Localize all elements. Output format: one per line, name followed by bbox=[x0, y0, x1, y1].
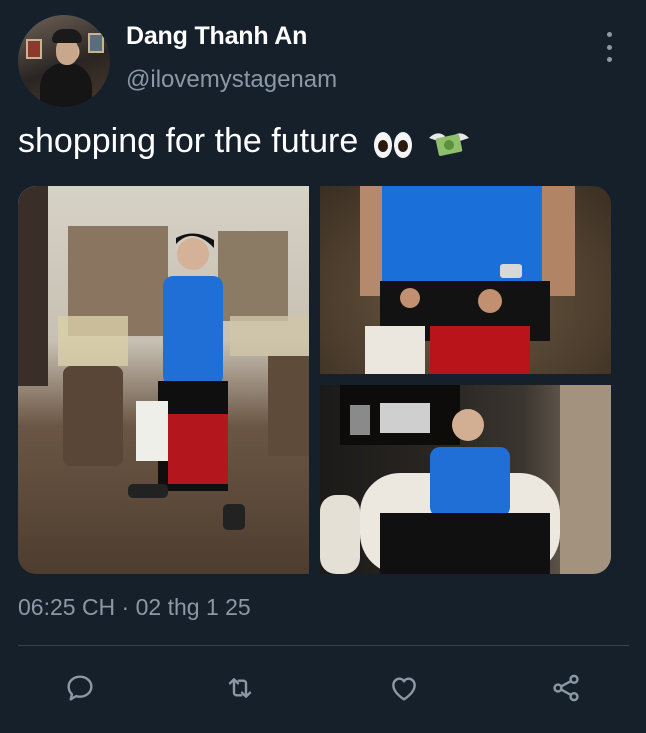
author-name[interactable]: Dang Thanh An bbox=[126, 22, 307, 51]
avatar-hair bbox=[52, 29, 82, 43]
divider bbox=[18, 645, 629, 646]
like-button[interactable] bbox=[386, 670, 422, 706]
avatar-bg-frame bbox=[26, 39, 42, 59]
share-button[interactable] bbox=[548, 670, 584, 706]
author-handle[interactable]: @ilovemystagenam bbox=[126, 66, 337, 94]
tweet-timestamp[interactable]: 06:25 CH · 02 thg 1 25 bbox=[18, 594, 251, 621]
tweet-text-content: shopping for the future bbox=[18, 122, 359, 160]
avatar-bg-frame bbox=[88, 33, 104, 53]
tweet-text: shopping for the future bbox=[18, 122, 471, 163]
avatar[interactable] bbox=[18, 15, 110, 107]
like-icon bbox=[392, 677, 416, 701]
money-with-wings-emoji-icon bbox=[427, 128, 471, 158]
reply-button[interactable] bbox=[62, 670, 98, 706]
media-photo-armchair[interactable] bbox=[320, 385, 611, 574]
retweet-button[interactable] bbox=[222, 670, 258, 706]
media-grid bbox=[18, 186, 611, 574]
eyes-emoji-icon bbox=[373, 124, 414, 163]
avatar-figure bbox=[40, 63, 92, 107]
retweet-icon bbox=[228, 678, 252, 698]
share-icon bbox=[553, 674, 579, 702]
reply-icon bbox=[67, 675, 93, 701]
more-options-icon[interactable] bbox=[598, 32, 620, 62]
media-photo-store[interactable] bbox=[18, 186, 309, 574]
media-photo-hands-bag[interactable] bbox=[320, 186, 611, 374]
